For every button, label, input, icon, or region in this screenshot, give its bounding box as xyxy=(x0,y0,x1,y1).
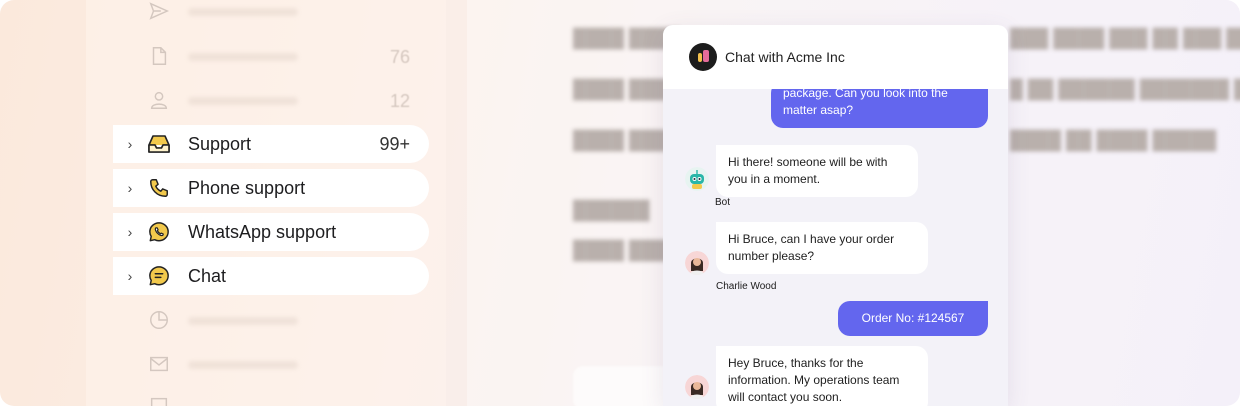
file-icon xyxy=(152,47,167,65)
blurred-email-line: █ ██ ██████ ███████ ██ █ xyxy=(1010,79,1240,99)
chevron-right-icon[interactable]: › xyxy=(113,136,147,152)
sidebar-item-chat[interactable]: › Chat xyxy=(113,257,429,295)
sidebar-nav: › Support 99+ › Phone support › WhatsApp… xyxy=(113,125,429,301)
blurred-email-line: ████ ██ ████ █████ xyxy=(1010,130,1217,150)
app-window: 76 12 ████ ████ ███ ████ ███ ██ ███ █ ███… xyxy=(0,0,1240,406)
person-icon xyxy=(150,91,168,109)
send-icon xyxy=(149,2,170,20)
unread-count-badge: 99+ xyxy=(379,133,410,154)
sidebar-item-phone-support[interactable]: › Phone support xyxy=(113,169,429,207)
sidebar-item-label: WhatsApp support xyxy=(188,221,337,242)
blurred-email-line: ███ ████ ███ ██ ███ ████ xyxy=(1010,28,1240,48)
ghost-row-more xyxy=(148,395,428,406)
chat-header: Chat with Acme Inc xyxy=(663,25,1008,89)
chat-message-agent: Hi Bruce, can I have your order number p… xyxy=(716,222,928,274)
sidebar-item-label: Phone support xyxy=(188,177,306,198)
chat-message-outgoing: Order No: #124567 xyxy=(838,301,988,336)
chat-widget: Chat with Acme Inc package. Can you look… xyxy=(663,25,1008,406)
ghost-row-sent xyxy=(148,0,428,24)
chat-message-agent: Hey Bruce, thanks for the information. M… xyxy=(716,346,928,406)
inbox-icon xyxy=(147,132,171,156)
ghost-count: 76 xyxy=(389,47,410,67)
chat-message-bot: Hi there! someone will be with you in a … xyxy=(716,145,918,197)
chevron-right-icon[interactable]: › xyxy=(113,268,147,284)
tag-icon xyxy=(150,397,168,406)
blurred-email-line: ██████ xyxy=(573,200,650,220)
pie-chart-icon xyxy=(150,311,168,329)
sidebar-item-whatsapp-support[interactable]: › WhatsApp support xyxy=(113,213,429,251)
chevron-right-icon[interactable]: › xyxy=(113,224,147,240)
ghost-row-documents: 76 xyxy=(148,45,428,69)
company-logo-icon xyxy=(689,43,717,71)
sidebar-item-label: Support xyxy=(188,133,252,154)
sidebar-item-support[interactable]: › Support 99+ xyxy=(113,125,429,163)
bot-avatar xyxy=(685,167,709,191)
agent-avatar xyxy=(685,251,709,275)
agent-avatar xyxy=(685,375,709,399)
sender-name: Bot xyxy=(715,197,731,208)
phone-icon xyxy=(147,176,171,200)
chat-title: Chat with Acme Inc xyxy=(725,49,845,65)
ghost-count: 12 xyxy=(389,91,410,111)
sidebar-item-label: Chat xyxy=(188,265,227,286)
sender-name: Charlie Wood xyxy=(716,281,777,292)
chevron-right-icon[interactable]: › xyxy=(113,180,147,196)
ghost-row-reports xyxy=(148,309,428,333)
mail-icon xyxy=(150,356,168,372)
whatsapp-icon xyxy=(147,220,171,244)
ghost-row-mail xyxy=(148,353,428,377)
chat-bubble-icon xyxy=(147,264,171,288)
ghost-row-contacts: 12 xyxy=(148,89,428,113)
